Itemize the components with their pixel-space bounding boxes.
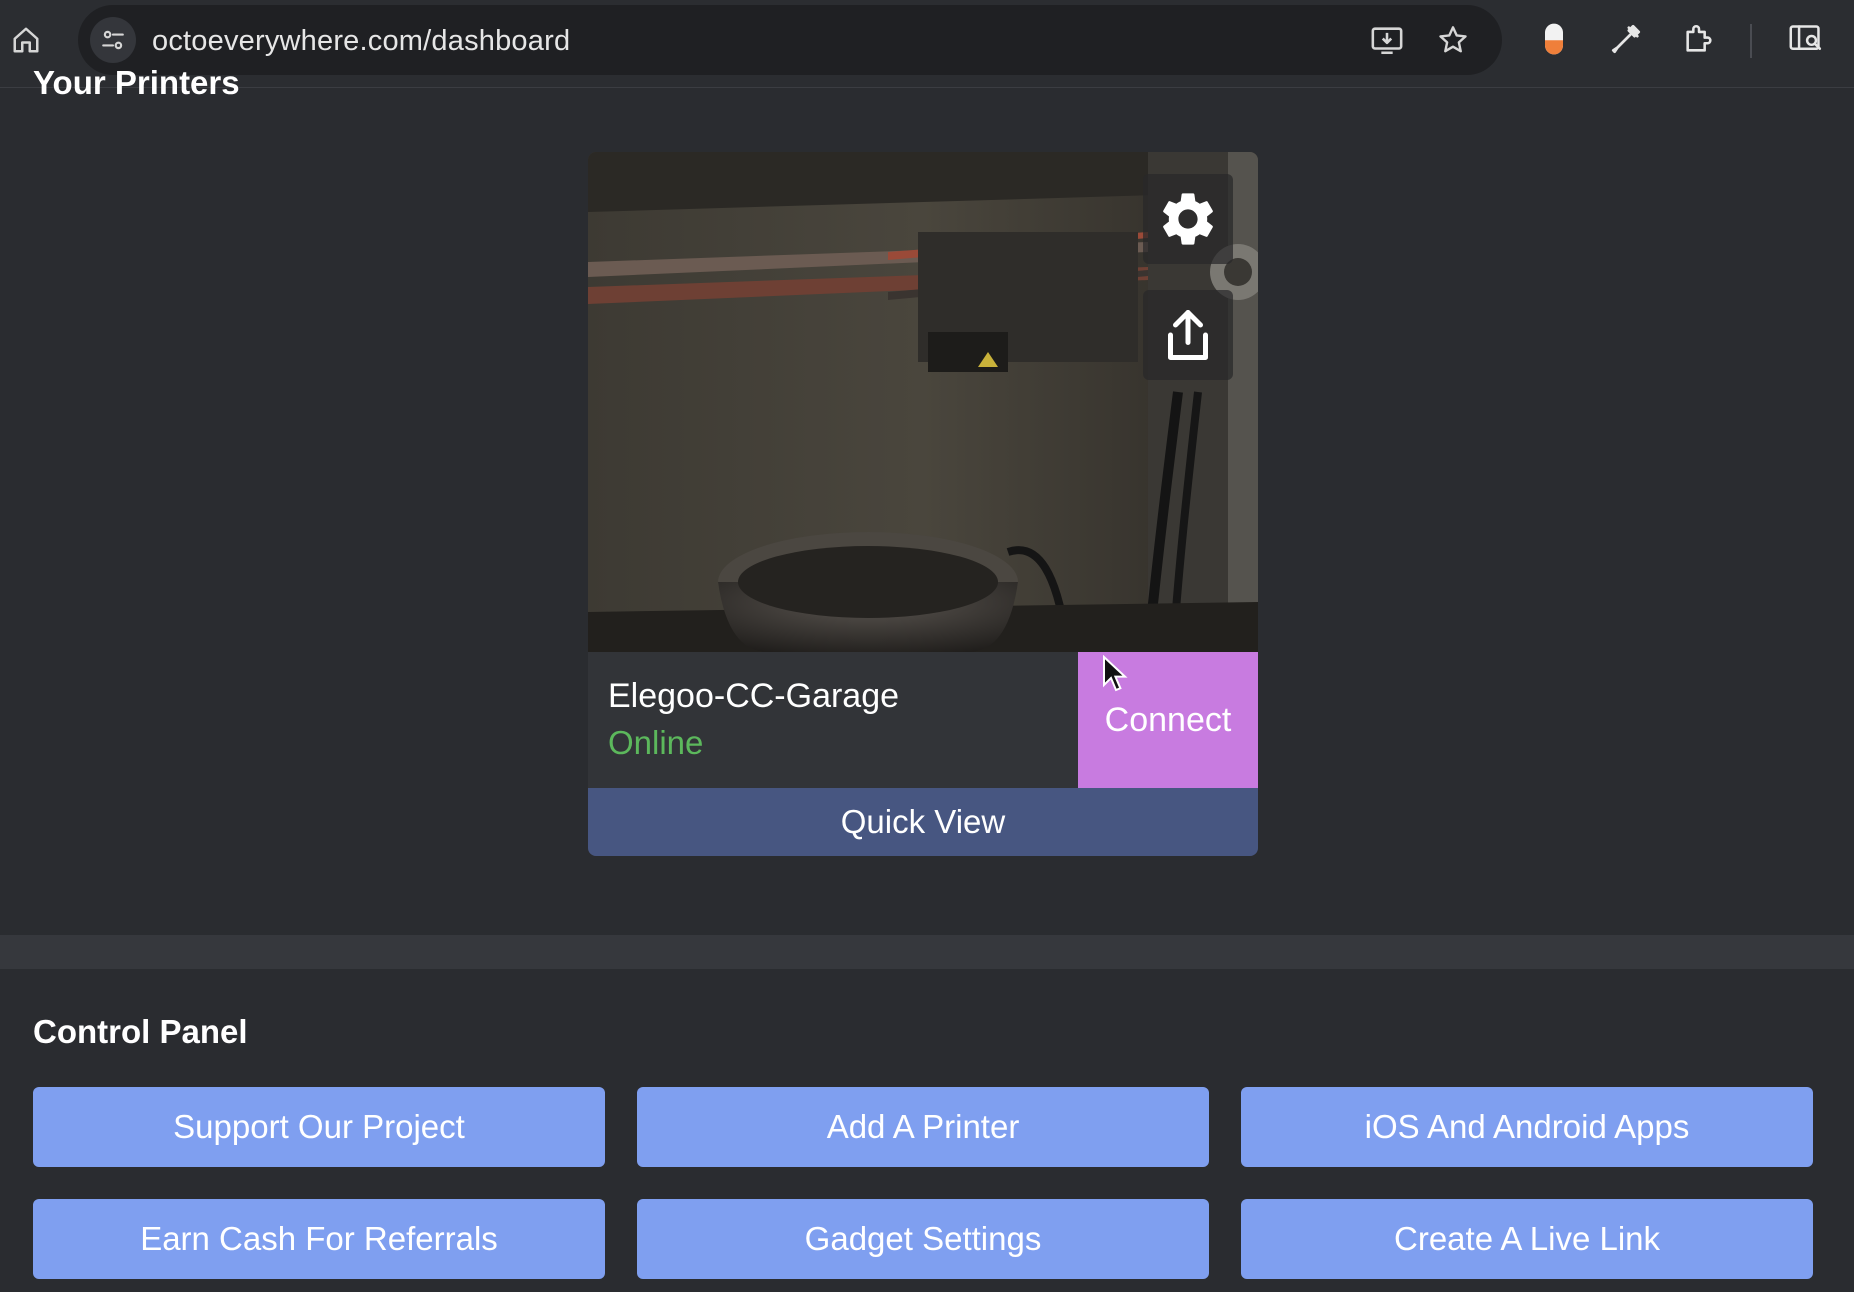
side-panel-search-icon[interactable] bbox=[1785, 18, 1827, 60]
control-panel-title: Control Panel bbox=[33, 1013, 248, 1050]
home-icon[interactable] bbox=[8, 18, 44, 62]
printer-info: Elegoo-CC-Garage Online bbox=[588, 652, 1078, 788]
mouse-cursor-icon bbox=[1103, 655, 1128, 692]
install-app-icon[interactable] bbox=[1368, 21, 1406, 59]
quick-view-button[interactable]: Quick View bbox=[588, 788, 1258, 856]
section-divider bbox=[0, 935, 1854, 969]
webcam-snapshot[interactable] bbox=[588, 152, 1258, 652]
site-info-icon[interactable] bbox=[90, 17, 136, 63]
address-bar[interactable]: octoeverywhere.com/dashboard bbox=[78, 5, 1502, 75]
ios-and-android-apps-button[interactable]: iOS And Android Apps bbox=[1241, 1087, 1813, 1167]
printer-name: Elegoo-CC-Garage bbox=[608, 677, 900, 715]
printer-status: Online bbox=[608, 724, 704, 761]
toolbar-divider bbox=[1750, 24, 1752, 58]
share-icon[interactable] bbox=[1143, 290, 1233, 380]
page-title: Your Printers bbox=[33, 64, 240, 101]
url-text[interactable]: octoeverywhere.com/dashboard bbox=[152, 25, 570, 58]
add-a-printer-button[interactable]: Add A Printer bbox=[637, 1087, 1209, 1167]
gadget-settings-button[interactable]: Gadget Settings bbox=[637, 1199, 1209, 1279]
bookmark-star-icon[interactable] bbox=[1434, 21, 1472, 59]
extension-pill-icon[interactable] bbox=[1533, 18, 1575, 60]
earn-cash-for-referrals-button[interactable]: Earn Cash For Referrals bbox=[33, 1199, 605, 1279]
browser-toolbar: octoeverywhere.com/dashboard bbox=[0, 0, 1854, 88]
control-panel: Control Panel Support Our Project Add A … bbox=[0, 969, 1854, 1292]
printer-card: Elegoo-CC-Garage Online Connect Quick Vi… bbox=[588, 152, 1258, 856]
gear-icon[interactable] bbox=[1143, 174, 1233, 264]
extensions-puzzle-icon[interactable] bbox=[1678, 18, 1720, 60]
create-a-live-link-button[interactable]: Create A Live Link bbox=[1241, 1199, 1813, 1279]
eyedropper-icon[interactable] bbox=[1605, 18, 1647, 60]
support-our-project-button[interactable]: Support Our Project bbox=[33, 1087, 605, 1167]
